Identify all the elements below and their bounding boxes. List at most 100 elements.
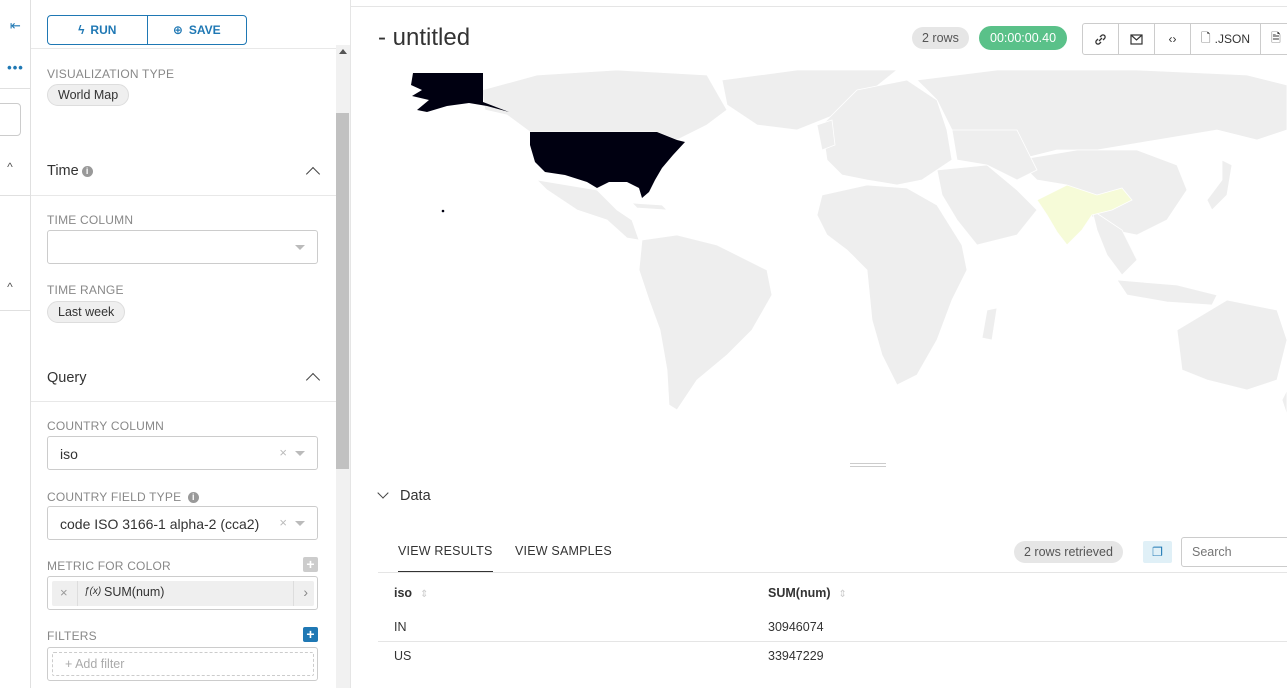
country-column-label: COUNTRY COLUMN — [47, 419, 165, 433]
save-label: SAVE — [188, 23, 221, 37]
cuba — [630, 202, 669, 211]
remove-icon[interactable]: × — [60, 585, 68, 600]
chevron-right-icon[interactable]: › — [303, 584, 308, 600]
resize-handle[interactable] — [850, 463, 886, 467]
add-metric-icon[interactable]: + — [303, 557, 318, 572]
country-field-type-value: code ISO 3166-1 alpha-2 (cca2) — [60, 516, 260, 532]
run-label: RUN — [90, 23, 117, 37]
viz-type-label: VISUALIZATION TYPE — [47, 67, 175, 81]
file-icon: 🗋 — [1201, 30, 1211, 45]
left-rail: ⇤ ••• ^ ^ — [0, 0, 31, 688]
metric-field[interactable]: × ƒ(x) SUM(num) › — [47, 576, 318, 610]
add-filter-label: Add filter — [75, 657, 125, 671]
divider — [0, 195, 31, 196]
indonesia — [1116, 279, 1218, 306]
json-label: .JSON — [1214, 32, 1250, 46]
column-header-iso[interactable]: iso ⇕ — [394, 586, 428, 600]
metric-tag[interactable]: × ƒ(x) SUM(num) › — [52, 581, 314, 606]
more-dots-icon[interactable]: ••• — [0, 60, 31, 75]
divider — [351, 6, 1287, 7]
chart-actions: ‹› 🗋 .JSON 🗎 — [1082, 23, 1287, 55]
divider — [378, 572, 1287, 573]
divider — [0, 310, 31, 311]
collapse-caret-icon[interactable] — [305, 372, 321, 388]
metric-label: METRIC FOR COLOR — [47, 559, 171, 573]
column-header-label: SUM(num) — [768, 586, 831, 600]
time-column-select[interactable] — [47, 230, 318, 264]
world-map[interactable] — [377, 70, 1287, 420]
query-section-title[interactable]: Query — [47, 370, 87, 386]
divider — [31, 48, 336, 49]
australia — [1176, 299, 1287, 391]
chevron-up-icon[interactable]: ^ — [0, 160, 20, 174]
collapse-caret-icon[interactable] — [305, 166, 321, 182]
time-range-pill[interactable]: Last week — [47, 301, 126, 323]
function-icon: ƒ(x) — [84, 586, 102, 597]
run-button[interactable]: ϟ RUN — [48, 16, 147, 44]
madagascar — [981, 307, 998, 341]
add-filter-button[interactable]: + Add filter — [52, 652, 314, 676]
filters-field: + Add filter — [47, 647, 318, 681]
scrollbar[interactable] — [336, 45, 350, 688]
info-icon: i — [187, 492, 199, 503]
tab-view-samples[interactable]: VIEW SAMPLES — [515, 544, 612, 558]
copy-icon[interactable]: ❐ — [1143, 541, 1172, 563]
country-column-select[interactable]: iso × — [47, 436, 318, 470]
new-zealand — [1281, 389, 1287, 416]
data-title: Data — [400, 488, 431, 504]
link-icon[interactable] — [1083, 24, 1119, 54]
country-field-type-label: COUNTRY FIELD TYPE i — [47, 489, 199, 505]
country-field-type-text: COUNTRY FIELD TYPE — [47, 490, 182, 504]
time-section-label: Time — [47, 163, 79, 179]
sort-icon: ⇕ — [838, 589, 847, 600]
table-cell: US — [394, 649, 412, 663]
chevron-down-icon — [377, 487, 389, 499]
clear-icon[interactable]: × — [279, 445, 287, 460]
hawaii — [441, 209, 445, 213]
chart-title[interactable]: - untitled — [378, 24, 470, 52]
filters-label: FILTERS — [47, 629, 97, 643]
add-filter-icon[interactable]: + — [303, 627, 318, 642]
table-cell: 30946074 — [768, 620, 824, 634]
chevron-down-icon — [295, 521, 305, 526]
chart-area: - untitled 2 rows 00:00:00.40 ‹› 🗋 .JSON … — [351, 0, 1287, 688]
clear-icon[interactable]: × — [279, 515, 287, 530]
control-panel: ϟ RUN ⊕ SAVE VISUALIZATION TYPE World Map … — [31, 0, 350, 688]
save-button[interactable]: ⊕ SAVE — [146, 16, 247, 44]
tab-view-results[interactable]: VIEW RESULTS — [398, 544, 493, 573]
japan — [1206, 159, 1233, 211]
chevron-up-icon[interactable]: ^ — [0, 280, 20, 294]
data-section-header[interactable]: Data — [377, 487, 431, 504]
chevron-down-icon — [295, 451, 305, 456]
country-field-type-select[interactable]: code ISO 3166-1 alpha-2 (cca2) × — [47, 506, 318, 540]
africa — [816, 184, 968, 386]
separator — [77, 581, 78, 606]
chevron-down-icon — [295, 245, 305, 250]
viz-type-pill[interactable]: World Map — [47, 84, 130, 106]
time-column-label: TIME COLUMN — [47, 213, 134, 227]
column-header-sum[interactable]: SUM(num) ⇕ — [768, 586, 847, 600]
divider — [31, 401, 336, 402]
time-section-title[interactable]: Time i — [47, 163, 93, 179]
scrollbar-thumb[interactable] — [336, 113, 349, 469]
mail-icon[interactable] — [1119, 24, 1155, 54]
run-save-group: ϟ RUN ⊕ SAVE — [47, 15, 247, 45]
rows-badge: 2 rows — [912, 27, 969, 49]
code-icon[interactable]: ‹› — [1155, 24, 1191, 54]
bolt-icon: ϟ — [78, 23, 85, 37]
rows-retrieved-badge: 2 rows retrieved — [1014, 541, 1123, 563]
metric-value: SUM(num) — [104, 585, 165, 599]
csv-file-icon[interactable]: 🗎 — [1261, 24, 1287, 54]
plus-circle-icon: ⊕ — [172, 23, 183, 37]
sort-icon: ⇕ — [420, 589, 429, 600]
column-header-label: iso — [394, 586, 413, 600]
datasource-box[interactable] — [0, 103, 21, 136]
south-america — [638, 234, 773, 411]
canada — [481, 70, 728, 141]
json-button[interactable]: 🗋 .JSON — [1191, 24, 1261, 54]
timer-badge: 00:00:00.40 — [979, 26, 1068, 50]
scroll-up-icon[interactable] — [339, 49, 347, 54]
search-input[interactable] — [1181, 537, 1287, 567]
row-divider — [378, 641, 1287, 642]
collapse-left-icon[interactable]: ⇤ — [0, 18, 31, 34]
